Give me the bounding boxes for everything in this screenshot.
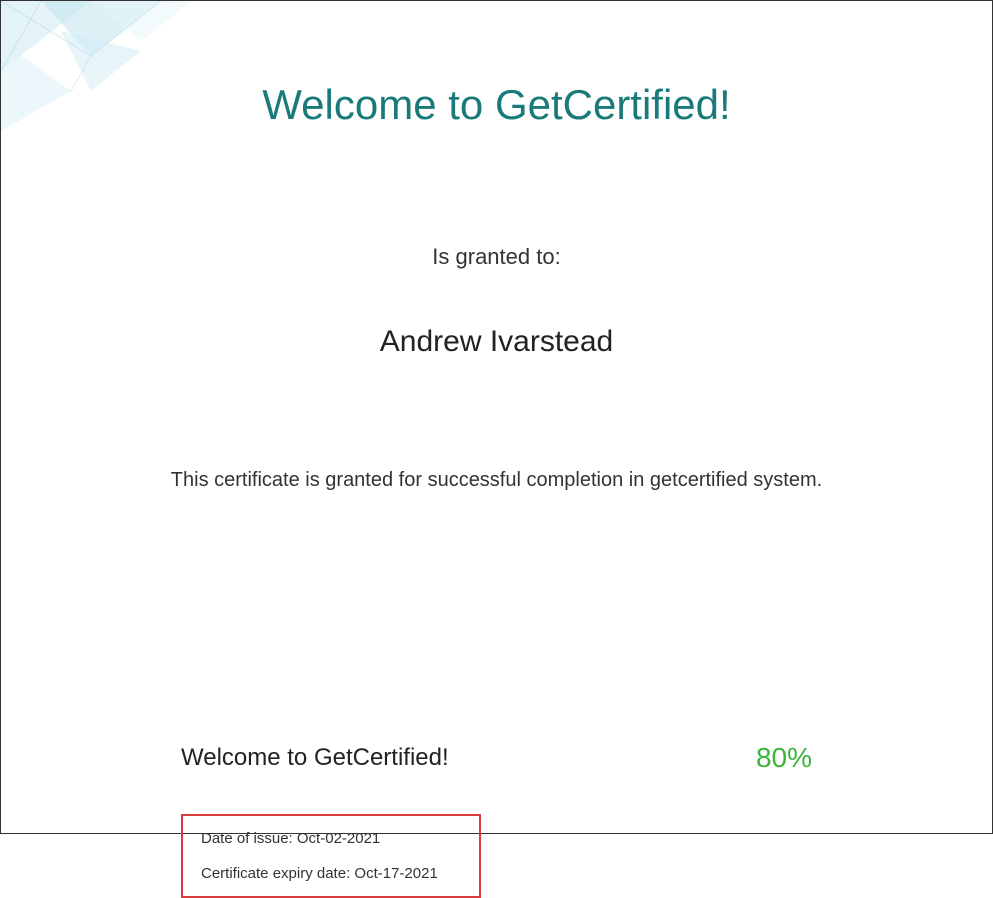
certificate-description: This certificate is granted for successf… bbox=[61, 469, 932, 492]
certificate-title: Welcome to GetCertified! bbox=[61, 81, 932, 129]
issue-date-line: Date of issue: Oct-02-2021 bbox=[201, 830, 461, 847]
score-percentage: 80% bbox=[756, 742, 812, 774]
footer-row: Welcome to GetCertified! 80% bbox=[61, 742, 932, 774]
recipient-name: Andrew Ivarstead bbox=[61, 325, 932, 359]
dates-highlight-box: Date of issue: Oct-02-2021 Certificate e… bbox=[181, 814, 481, 898]
issue-date-value: Oct-02-2021 bbox=[297, 830, 380, 847]
issue-date-label: Date of issue: bbox=[201, 830, 297, 847]
certificate-container: Welcome to GetCertified! Is granted to: … bbox=[1, 1, 992, 833]
granted-to-label: Is granted to: bbox=[61, 244, 932, 270]
expiry-date-line: Certificate expiry date: Oct-17-2021 bbox=[201, 865, 461, 882]
expiry-date-label: Certificate expiry date: bbox=[201, 865, 354, 882]
course-name: Welcome to GetCertified! bbox=[181, 744, 449, 772]
expiry-date-value: Oct-17-2021 bbox=[354, 865, 437, 882]
